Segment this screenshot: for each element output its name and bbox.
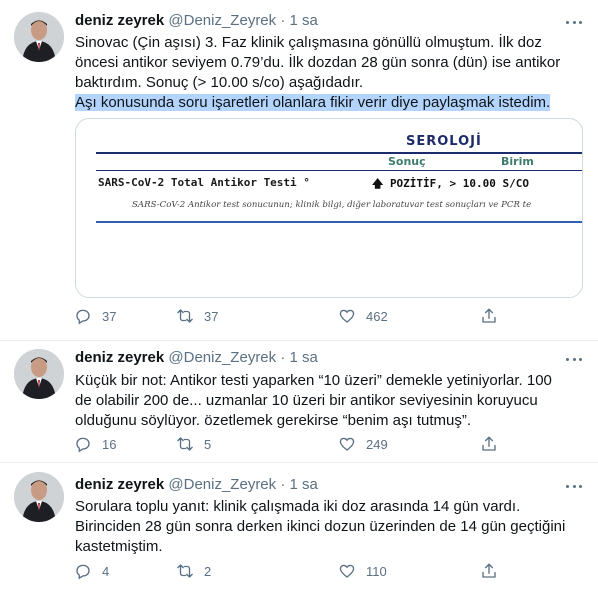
text-line: Küçük bir not: Antikor testi yaparken “1… <box>75 372 552 389</box>
highlighted-text: Aşı konusunda soru işaretleri olanlara f… <box>75 94 551 111</box>
like-button[interactable]: 110 <box>338 562 387 580</box>
tweet-text: Sorulara toplu yanıt: klinik çalışmada i… <box>75 497 585 557</box>
like-button[interactable]: 462 <box>338 307 388 325</box>
reply-count: 16 <box>102 436 117 452</box>
reply-button[interactable]: 16 <box>74 435 116 453</box>
retweet-button[interactable]: 2 <box>176 562 211 580</box>
arrow-up-icon: 🡅 <box>372 177 384 190</box>
lab-note: SARS-CoV-2 Antikor test sonucunun; klini… <box>132 200 532 210</box>
avatar[interactable] <box>14 472 64 522</box>
like-count: 110 <box>366 563 387 579</box>
share-icon <box>482 436 496 451</box>
text-line: baktırdım. Sonuç (> 10.00 s/co) aşağıdad… <box>75 74 364 91</box>
text-line: Birinciden 28 gün sonra derken ikinci do… <box>75 518 566 535</box>
separator-dot: · <box>280 349 286 366</box>
tweet-2[interactable]: deniz zeyrek @Deniz_Zeyrek · 1 sa Küçük … <box>0 341 598 462</box>
timestamp[interactable]: 1 sa <box>290 349 318 366</box>
tweet-actions: 37 37 462 <box>72 307 512 329</box>
avatar[interactable] <box>14 12 64 62</box>
reply-count: 4 <box>102 563 110 579</box>
share-button[interactable] <box>480 562 508 580</box>
more-icon[interactable] <box>566 351 582 367</box>
divider <box>96 221 582 223</box>
lab-result-value: POZİTİF, > 10.00 S/CO <box>389 177 530 190</box>
timestamp[interactable]: 1 sa <box>290 476 318 493</box>
text-line: de olabilir 200 de... uzmanlar 10 üzeri … <box>75 392 538 409</box>
text-line: olduğunu söylüyor. özetlemek gerekirse “… <box>75 412 472 429</box>
tweet-header: deniz zeyrek @Deniz_Zeyrek · 1 sa <box>75 12 318 29</box>
separator-dot: · <box>280 12 286 29</box>
more-icon[interactable] <box>566 14 582 30</box>
media-card[interactable]: SEROLOJİ Sonuç Birim SARS-CoV-2 Total An… <box>75 118 583 298</box>
like-button[interactable]: 249 <box>338 435 388 453</box>
reply-icon <box>76 437 90 453</box>
more-icon[interactable] <box>566 478 582 494</box>
tweet-3[interactable]: deniz zeyrek @Deniz_Zeyrek · 1 sa Sorula… <box>0 463 598 593</box>
like-count: 249 <box>366 436 388 452</box>
tweet-actions: 4 2 110 <box>72 562 512 584</box>
separator-dot: · <box>280 476 286 493</box>
share-icon <box>482 563 496 578</box>
tweet-text: Sinovac (Çin aşısı) 3. Faz klinik çalışm… <box>75 33 585 113</box>
retweet-count: 5 <box>204 436 212 452</box>
text-line: Sinovac (Çin aşısı) 3. Faz klinik çalışm… <box>75 34 542 51</box>
lab-test-name: SARS-CoV-2 Total Antikor Testi ° <box>98 176 310 189</box>
reply-icon <box>76 309 90 325</box>
divider <box>96 152 582 154</box>
lab-col-result: Sonuç <box>388 155 426 168</box>
lab-col-unit: Birim <box>501 155 534 168</box>
avatar[interactable] <box>14 349 64 399</box>
reply-icon <box>76 564 90 580</box>
like-count: 462 <box>366 308 388 324</box>
lab-result: 🡅 POZİTİF, > 10.00 S/CO <box>372 175 529 194</box>
tweet-1[interactable]: deniz zeyrek @Deniz_Zeyrek · 1 sa Sinova… <box>0 0 598 340</box>
retweet-icon <box>177 309 193 323</box>
reply-count: 37 <box>102 308 117 324</box>
tweet-actions: 16 5 249 <box>72 435 512 457</box>
retweet-button[interactable]: 37 <box>176 307 218 325</box>
reply-button[interactable]: 37 <box>74 307 116 325</box>
like-icon <box>339 564 355 578</box>
retweet-icon <box>177 564 193 578</box>
retweet-count: 2 <box>204 563 212 579</box>
author-handle[interactable]: @Deniz_Zeyrek <box>168 12 276 29</box>
retweet-button[interactable]: 5 <box>176 435 211 453</box>
retweet-count: 37 <box>204 308 219 324</box>
text-line: kastetmiştim. <box>75 538 163 555</box>
share-button[interactable] <box>480 307 508 325</box>
tweet-text: Küçük bir not: Antikor testi yaparken “1… <box>75 371 585 431</box>
timestamp[interactable]: 1 sa <box>290 12 318 29</box>
author-name[interactable]: deniz zeyrek <box>75 476 164 493</box>
author-handle[interactable]: @Deniz_Zeyrek <box>168 476 276 493</box>
author-handle[interactable]: @Deniz_Zeyrek <box>168 349 276 366</box>
text-line: Sorulara toplu yanıt: klinik çalışmada i… <box>75 498 521 515</box>
retweet-icon <box>177 437 193 451</box>
reply-button[interactable]: 4 <box>74 562 109 580</box>
like-icon <box>339 437 355 451</box>
lab-section-title: SEROLOJİ <box>406 134 482 149</box>
author-name[interactable]: deniz zeyrek <box>75 349 164 366</box>
author-name[interactable]: deniz zeyrek <box>75 12 164 29</box>
tweet-header: deniz zeyrek @Deniz_Zeyrek · 1 sa <box>75 476 318 493</box>
share-icon <box>482 308 496 323</box>
tweet-header: deniz zeyrek @Deniz_Zeyrek · 1 sa <box>75 349 318 366</box>
text-line: öncesi antikor seviyem 0.79’du. İlk dozd… <box>75 54 561 71</box>
like-icon <box>339 309 355 323</box>
divider <box>96 170 582 171</box>
share-button[interactable] <box>480 435 508 453</box>
